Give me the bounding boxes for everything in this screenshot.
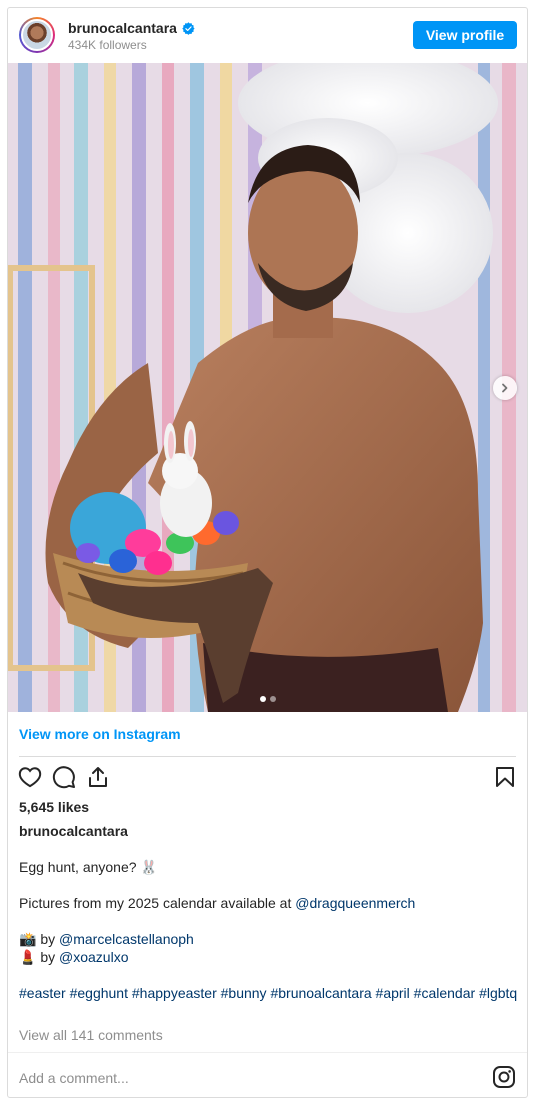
caption-body: Egg hunt, anyone? 🐰 Pictures from my 202… xyxy=(19,858,519,1002)
mention-link[interactable]: @marcelcastellanoph xyxy=(59,931,194,947)
camera-emoji-icon: 📸 xyxy=(19,931,37,947)
instagram-logo-icon[interactable] xyxy=(492,1065,516,1089)
hashtag-link[interactable]: #bunny xyxy=(221,985,267,1001)
add-comment-input[interactable]: Add a comment... xyxy=(19,1070,129,1086)
instagram-embed-card: brunocalcantara 434K followers View prof… xyxy=(7,7,528,1098)
view-profile-button[interactable]: View profile xyxy=(413,21,517,49)
carousel-indicator xyxy=(8,696,527,702)
hashtag-link[interactable]: #lgbtq xyxy=(479,985,517,1001)
hashtag-link[interactable]: #brunoalcantara xyxy=(270,985,371,1001)
avatar-image xyxy=(21,19,53,51)
mention-link[interactable]: @dragqueenmerch xyxy=(295,895,415,911)
hashtag-link[interactable]: #egghunt xyxy=(70,985,128,1001)
heart-icon[interactable] xyxy=(18,765,42,789)
divider xyxy=(8,1052,527,1053)
caption-line: Pictures from my 2025 calendar available… xyxy=(19,895,416,911)
action-bar xyxy=(18,765,517,791)
view-all-comments-link[interactable]: View all 141 comments xyxy=(19,1027,163,1043)
divider xyxy=(19,756,516,757)
hashtag-link[interactable]: #happyeaster xyxy=(132,985,217,1001)
credit-line: 💄 by @xoazulxo xyxy=(19,949,129,965)
hashtag-link[interactable]: #easter xyxy=(19,985,66,1001)
lipstick-emoji-icon: 💄 xyxy=(19,949,37,965)
bookmark-icon[interactable] xyxy=(493,765,517,789)
hashtag-link[interactable]: #calendar xyxy=(414,985,476,1001)
avatar[interactable] xyxy=(19,17,55,53)
chevron-right-icon xyxy=(502,383,508,393)
next-slide-button[interactable] xyxy=(493,376,517,400)
username-row: brunocalcantara xyxy=(68,20,195,36)
caption-username[interactable]: brunocalcantara xyxy=(19,823,128,839)
verified-badge-icon xyxy=(182,21,195,35)
post-photo[interactable] xyxy=(8,63,527,712)
comment-icon[interactable] xyxy=(52,765,76,789)
username[interactable]: brunocalcantara xyxy=(68,20,177,36)
credit-line: 📸 by @marcelcastellanoph xyxy=(19,931,194,947)
hashtags: #easter #egghunt #happyeaster #bunny #br… xyxy=(19,984,519,1002)
view-more-link[interactable]: View more on Instagram xyxy=(19,726,181,742)
carousel-dot-active xyxy=(259,696,266,702)
share-icon[interactable] xyxy=(86,765,110,789)
hashtag-link[interactable]: #april xyxy=(376,985,410,1001)
post-image xyxy=(8,63,527,712)
post-header: brunocalcantara 434K followers View prof… xyxy=(8,8,527,63)
caption-line: Egg hunt, anyone? 🐰 xyxy=(19,859,158,875)
mention-link[interactable]: @xoazulxo xyxy=(59,949,128,965)
carousel-dot xyxy=(269,696,276,702)
likes-count[interactable]: 5,645 likes xyxy=(19,799,89,815)
follower-count: 434K followers xyxy=(68,38,147,52)
